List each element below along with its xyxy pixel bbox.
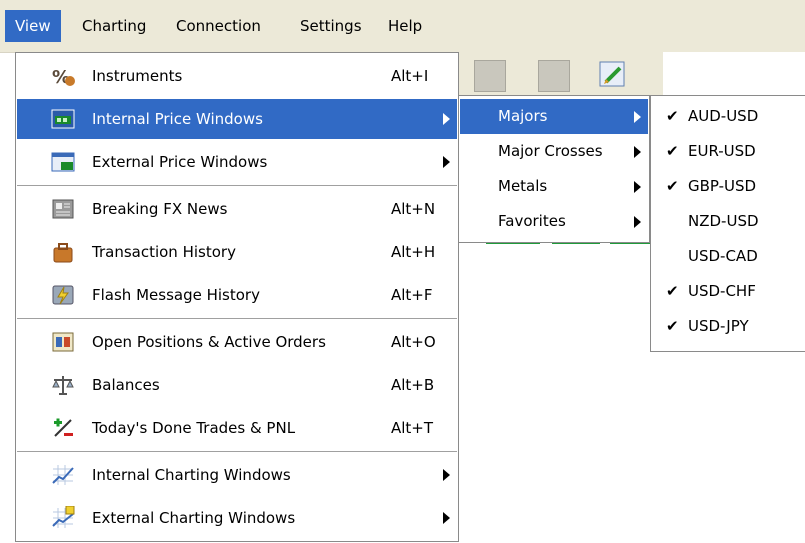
submenu-arrow-icon xyxy=(443,156,450,168)
submenu-item-majors[interactable]: Majors xyxy=(460,99,648,134)
menu-item-label: External Price Windows xyxy=(92,153,268,171)
submenu-arrow-icon xyxy=(443,512,450,524)
shortcut-label: Alt+H xyxy=(391,243,436,261)
flash-message-icon xyxy=(51,283,75,307)
menu-item-open-positions[interactable]: Open Positions & Active Orders Alt+O xyxy=(17,322,457,362)
menu-item-internal-price-windows[interactable]: Internal Price Windows xyxy=(17,99,457,139)
submenu-item-metals[interactable]: Metals xyxy=(460,169,648,204)
shortcut-label: Alt+F xyxy=(391,286,433,304)
menu-item-label: External Charting Windows xyxy=(92,509,296,527)
internal-chart-icon xyxy=(51,463,75,487)
currency-pair-label: USD-CHF xyxy=(688,282,756,300)
currency-pair-usd-jpy[interactable]: ✔ USD-JPY xyxy=(652,309,804,344)
submenu-item-label: Favorites xyxy=(498,212,566,230)
menu-settings[interactable]: Settings xyxy=(290,10,372,42)
submenu-arrow-icon xyxy=(443,469,450,481)
submenu-arrow-icon xyxy=(634,216,641,228)
submenu-item-major-crosses[interactable]: Major Crosses xyxy=(460,134,648,169)
balance-scale-icon xyxy=(51,373,75,397)
menu-help[interactable]: Help xyxy=(378,10,432,42)
menu-item-label: Internal Charting Windows xyxy=(92,466,291,484)
checkmark-icon: ✔ xyxy=(666,107,679,125)
external-chart-icon xyxy=(51,505,75,530)
toolbar xyxy=(458,52,663,99)
submenu-arrow-icon xyxy=(634,111,641,123)
submenu-item-label: Majors xyxy=(498,107,548,125)
toolbar-edit-button[interactable] xyxy=(598,60,628,90)
news-icon xyxy=(51,197,75,221)
shortcut-label: Alt+T xyxy=(391,419,434,437)
view-menu: % Instruments Alt+I Internal Price Windo… xyxy=(15,52,459,542)
shortcut-label: Alt+B xyxy=(391,376,435,394)
shortcut-label: Alt+O xyxy=(391,333,436,351)
shortcut-label: Alt+N xyxy=(391,200,436,218)
currency-pair-nzd-usd[interactable]: NZD-USD xyxy=(652,204,804,239)
currency-pair-usd-cad[interactable]: USD-CAD xyxy=(652,239,804,274)
menu-bar: View Charting Connection Settings Help xyxy=(0,0,805,53)
menu-item-label: Transaction History xyxy=(92,243,236,261)
checkmark-icon: ✔ xyxy=(666,317,679,335)
plus-minus-icon xyxy=(51,416,75,440)
submenu-arrow-icon xyxy=(443,113,450,125)
price-windows-submenu: Majors Major Crosses Metals Favorites xyxy=(458,95,650,243)
toolbar-disabled-button[interactable] xyxy=(474,60,506,92)
menu-item-breaking-fx-news[interactable]: Breaking FX News Alt+N xyxy=(17,189,457,229)
submenu-arrow-icon xyxy=(634,146,641,158)
menu-item-todays-done-trades[interactable]: Today's Done Trades & PNL Alt+T xyxy=(17,408,457,448)
menu-item-external-charting-windows[interactable]: External Charting Windows xyxy=(17,498,457,538)
currency-pair-label: USD-JPY xyxy=(688,317,749,335)
menu-item-balances[interactable]: Balances Alt+B xyxy=(17,365,457,405)
internal-price-window-icon xyxy=(51,107,75,131)
menu-item-label: Breaking FX News xyxy=(92,200,228,218)
menu-connection[interactable]: Connection xyxy=(166,10,271,42)
history-icon xyxy=(51,240,75,264)
menu-charting[interactable]: Charting xyxy=(72,10,156,42)
positions-icon xyxy=(51,330,75,354)
majors-submenu: ✔ AUD-USD ✔ EUR-USD ✔ GBP-USD NZD-USD US… xyxy=(650,95,805,352)
submenu-item-label: Metals xyxy=(498,177,548,195)
shortcut-label: Alt+I xyxy=(391,67,429,85)
submenu-arrow-icon xyxy=(634,181,641,193)
checkmark-icon: ✔ xyxy=(666,142,679,160)
menu-item-flash-message-history[interactable]: Flash Message History Alt+F xyxy=(17,275,457,315)
menu-item-external-price-windows[interactable]: External Price Windows xyxy=(17,142,457,182)
menu-item-instruments[interactable]: % Instruments Alt+I xyxy=(17,56,457,96)
pencil-icon xyxy=(599,61,625,87)
currency-pair-label: USD-CAD xyxy=(688,247,758,265)
currency-pair-label: AUD-USD xyxy=(688,107,759,125)
currency-pair-gbp-usd[interactable]: ✔ GBP-USD xyxy=(652,169,804,204)
menu-item-label: Balances xyxy=(92,376,160,394)
currency-pair-aud-usd[interactable]: ✔ AUD-USD xyxy=(652,99,804,134)
menu-item-transaction-history[interactable]: Transaction History Alt+H xyxy=(17,232,457,272)
menu-item-label: Instruments xyxy=(92,67,183,85)
currency-pair-label: EUR-USD xyxy=(688,142,756,160)
checkmark-icon: ✔ xyxy=(666,177,679,195)
menu-item-label: Flash Message History xyxy=(92,286,260,304)
menu-separator xyxy=(17,185,457,187)
checkmark-icon: ✔ xyxy=(666,282,679,300)
toolbar-save-button[interactable] xyxy=(538,60,570,92)
menu-separator xyxy=(17,318,457,320)
currency-pair-label: NZD-USD xyxy=(688,212,759,230)
menu-item-label: Open Positions & Active Orders xyxy=(92,333,326,351)
menu-item-label: Today's Done Trades & PNL xyxy=(92,419,296,437)
currency-pair-usd-chf[interactable]: ✔ USD-CHF xyxy=(652,274,804,309)
percent-icon: % xyxy=(51,64,75,88)
currency-pair-eur-usd[interactable]: ✔ EUR-USD xyxy=(652,134,804,169)
menu-separator xyxy=(17,451,457,453)
menu-view[interactable]: View xyxy=(5,10,61,42)
menu-item-internal-charting-windows[interactable]: Internal Charting Windows xyxy=(17,455,457,495)
submenu-item-favorites[interactable]: Favorites xyxy=(460,204,648,239)
menu-item-label: Internal Price Windows xyxy=(92,110,263,128)
submenu-item-label: Major Crosses xyxy=(498,142,603,160)
currency-pair-label: GBP-USD xyxy=(688,177,757,195)
external-price-window-icon xyxy=(51,150,75,174)
